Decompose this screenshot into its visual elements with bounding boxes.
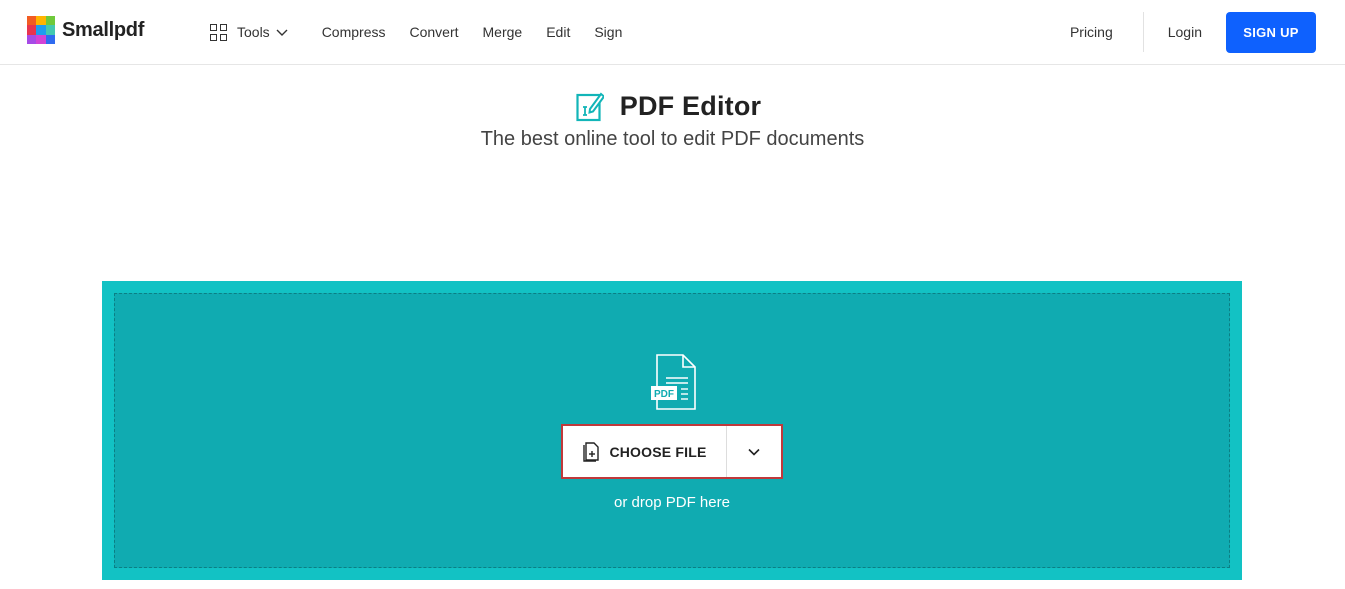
pdf-badge: PDF: [654, 389, 674, 400]
tools-menu[interactable]: Tools: [210, 23, 288, 41]
top-header: Smallpdf Tools Compress Convert Merge Ed…: [0, 0, 1345, 65]
pricing-link[interactable]: Pricing: [1070, 24, 1113, 40]
nav-convert[interactable]: Convert: [409, 24, 458, 40]
page-subtitle: The best online tool to edit PDF documen…: [480, 128, 865, 150]
smallpdf-logo[interactable]: Smallpdf: [27, 16, 144, 44]
signup-button[interactable]: SIGN UP: [1226, 11, 1316, 53]
dropzone-inner[interactable]: PDF CHOOSE FILE or drop PDF here: [114, 293, 1230, 568]
page-title-row: PDF Editor: [0, 90, 1345, 122]
file-dropzone[interactable]: PDF CHOOSE FILE or drop PDF here: [102, 281, 1242, 580]
login-link[interactable]: Login: [1168, 24, 1202, 40]
chevron-down-icon: [748, 448, 760, 456]
page-title: PDF Editor: [619, 90, 762, 121]
main-nav: Tools Compress Convert Merge Edit Sign: [210, 0, 646, 64]
header-actions: Pricing Login SIGN UP: [1070, 0, 1316, 64]
pdf-file-icon: PDF: [651, 354, 696, 410]
logo-mark-icon: [27, 16, 55, 44]
nav-merge[interactable]: Merge: [483, 24, 523, 40]
nav-sign[interactable]: Sign: [594, 24, 622, 40]
pdf-edit-icon: [576, 92, 604, 122]
choose-file-label: CHOOSE FILE: [609, 443, 707, 460]
header-divider: [1142, 12, 1144, 52]
drop-hint-text: or drop PDF here: [614, 494, 730, 511]
choose-source-dropdown[interactable]: [727, 426, 781, 477]
grid-icon: [210, 23, 227, 41]
choose-file-group: CHOOSE FILE: [561, 424, 783, 479]
nav-edit[interactable]: Edit: [546, 24, 570, 40]
choose-file-button[interactable]: CHOOSE FILE: [563, 426, 727, 477]
add-file-icon: [583, 441, 600, 462]
chevron-down-icon: [276, 29, 288, 36]
nav-compress[interactable]: Compress: [322, 24, 386, 40]
tools-label: Tools: [237, 24, 270, 40]
brand-name: Smallpdf: [62, 18, 145, 41]
